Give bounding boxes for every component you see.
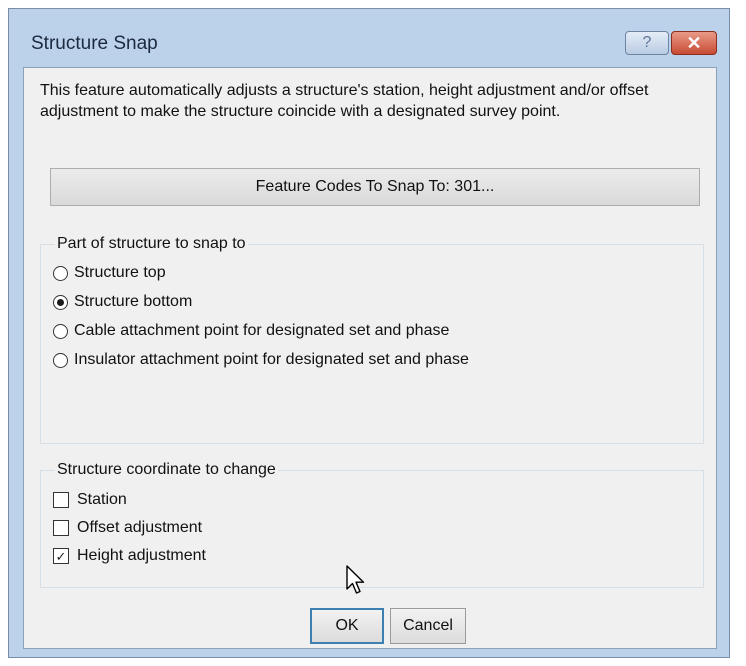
checkbox-label: Station: [77, 491, 127, 508]
radio-circle[interactable]: [53, 265, 68, 281]
close-button[interactable]: ✕: [671, 31, 717, 55]
radio-circle[interactable]: [53, 352, 68, 368]
description-text: This feature automatically adjusts a str…: [40, 82, 649, 120]
checkbox-offset-adjustment[interactable]: Offset adjustment: [53, 516, 202, 540]
feature-codes-button[interactable]: Feature Codes To Snap To: 301...: [50, 168, 700, 206]
radio-structure-bottom[interactable]: Structure bottom: [53, 290, 192, 314]
checkbox-box[interactable]: [53, 520, 69, 536]
radio-structure-top[interactable]: Structure top: [53, 261, 166, 285]
cancel-button[interactable]: Cancel: [390, 608, 466, 644]
part-group-legend: Part of structure to snap to: [55, 234, 248, 254]
checkbox-box[interactable]: [53, 492, 69, 508]
part-of-structure-group: Part of structure to snap to Structure t…: [40, 234, 704, 444]
dialog-body: This feature automatically adjusts a str…: [23, 67, 717, 649]
radio-circle[interactable]: [53, 294, 68, 310]
close-icon: ✕: [686, 32, 702, 53]
checkbox-station[interactable]: Station: [53, 488, 127, 512]
checkbox-label: Offset adjustment: [77, 519, 203, 536]
structure-snap-dialog: Structure Snap ? ✕ This feature automati…: [8, 8, 730, 658]
ok-button[interactable]: OK: [310, 608, 384, 644]
radio-circle[interactable]: [53, 323, 68, 339]
radio-label: Structure bottom: [74, 293, 193, 310]
question-mark-icon: ?: [642, 34, 652, 51]
checkbox-label: Height adjustment: [77, 547, 206, 564]
checkbox-box[interactable]: ✓: [53, 548, 69, 564]
help-button[interactable]: ?: [625, 31, 669, 55]
radio-label: Insulator attachment point for designate…: [74, 351, 469, 368]
radio-cable-attachment[interactable]: Cable attachment point for designated se…: [53, 319, 449, 343]
coordinate-to-change-group: Structure coordinate to change Station O…: [40, 460, 704, 588]
radio-label: Structure top: [74, 264, 166, 281]
checkbox-height-adjustment[interactable]: ✓ Height adjustment: [53, 544, 206, 568]
radio-insulator-attachment[interactable]: Insulator attachment point for designate…: [53, 348, 469, 372]
checkmark-icon: ✓: [55, 548, 67, 564]
mouse-pointer-icon: [346, 565, 365, 594]
dialog-title: Structure Snap: [31, 33, 158, 54]
radio-label: Cable attachment point for designated se…: [74, 322, 450, 339]
title-bar[interactable]: Structure Snap ? ✕: [9, 9, 729, 67]
coord-group-legend: Structure coordinate to change: [55, 460, 278, 480]
